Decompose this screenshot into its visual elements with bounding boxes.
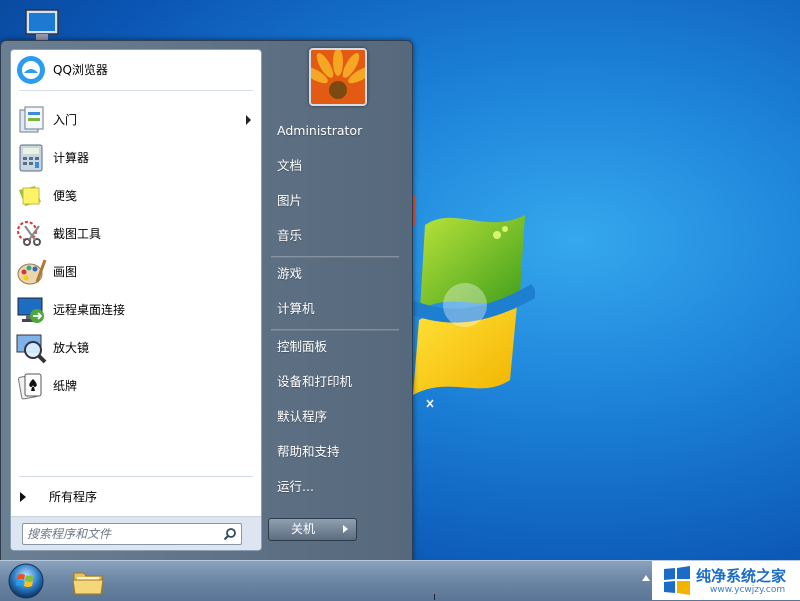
computer-link[interactable]: 计算机 [267,294,401,324]
right-item-label: 游戏 [277,266,303,281]
program-item-magnifier[interactable]: 放大镜 [11,330,261,366]
search-icon[interactable] [223,527,237,541]
right-item-label: 帮助和支持 [277,444,340,459]
program-label: 便笺 [53,189,78,203]
program-label: 纸牌 [53,379,78,393]
program-label: 截图工具 [53,227,102,241]
separator [19,90,253,91]
start-button-orb[interactable] [6,562,46,600]
user-name-link[interactable]: Administrator [267,116,401,146]
program-item-paint[interactable]: 画图 [11,254,261,290]
program-item-sticky-notes[interactable]: 便笺 [11,178,261,214]
sticky-notes-icon [19,186,41,206]
program-item-solitaire[interactable]: 纸牌 [11,368,261,404]
program-item-remote-desktop[interactable]: 远程桌面连接 [11,292,261,328]
program-label: 远程桌面连接 [53,303,126,317]
all-programs-button[interactable]: 所有程序 [11,482,261,512]
right-item-label: 设备和打印机 [277,374,353,389]
watermark-title: 纯净系统之家 [696,567,787,585]
windows-logo-wallpaper [405,195,535,408]
right-item-label: 文档 [277,158,303,173]
search-box[interactable] [22,523,242,545]
run-link[interactable]: 运行... [267,472,401,502]
program-item-getting-started[interactable]: 入门 [11,102,261,138]
start-menu-programs-pane: QQ浏览器 入门 计算器 便笺 截图工具 画图 远程桌面连接 放大镜 纸牌 所有… [10,49,262,551]
program-label: 计算器 [53,151,90,165]
program-label: QQ浏览器 [53,63,108,77]
right-item-label: 默认程序 [277,409,328,424]
documents-link[interactable]: 文档 [267,151,401,181]
start-menu: QQ浏览器 入门 计算器 便笺 截图工具 画图 远程桌面连接 放大镜 纸牌 所有… [0,40,413,562]
qq-browser-icon [17,56,45,84]
separator [271,329,399,331]
right-item-label: 音乐 [277,228,303,243]
taskbar-divider [434,594,435,600]
user-avatar[interactable] [309,48,367,106]
shutdown-options-button[interactable] [336,518,357,541]
right-item-label: 计算机 [277,301,315,316]
control-panel-link[interactable]: 控制面板 [267,332,401,362]
submenu-arrow-icon [246,115,251,125]
calculator-icon [19,144,43,172]
shutdown-button[interactable]: 关机 [268,518,338,541]
watermark-url: www.ycwjzy.com [710,585,786,595]
devices-printers-link[interactable]: 设备和打印机 [267,367,401,397]
music-link[interactable]: 音乐 [267,221,401,251]
program-label: 放大镜 [53,341,90,355]
program-label: 入门 [53,113,78,127]
help-support-link[interactable]: 帮助和支持 [267,437,401,467]
right-item-label: 运行... [277,479,314,494]
watermark-logo-icon [664,566,690,595]
snipping-tool-icon [17,221,41,246]
separator [19,476,253,477]
all-programs-label: 所有程序 [49,490,98,504]
separator [271,256,399,258]
program-item-snipping-tool[interactable]: 截图工具 [11,216,261,252]
games-link[interactable]: 游戏 [267,259,401,289]
search-input[interactable] [27,524,215,544]
site-watermark: 纯净系统之家 www.ycwjzy.com [652,561,800,600]
solitaire-icon [18,373,42,400]
right-item-label: 控制面板 [277,339,328,354]
program-label: 画图 [53,265,78,279]
pictures-link[interactable]: 图片 [267,186,401,216]
program-item-calculator[interactable]: 计算器 [11,140,261,176]
show-hidden-icons-icon[interactable] [642,575,650,581]
remote-desktop-icon [17,297,44,323]
getting-started-icon [19,106,44,133]
search-area [11,516,261,550]
default-programs-link[interactable]: 默认程序 [267,402,401,432]
right-item-label: Administrator [277,123,363,138]
flower-avatar-icon [311,50,365,104]
program-item-qq-browser[interactable]: QQ浏览器 [11,52,261,88]
right-item-label: 图片 [277,193,303,208]
paint-icon [17,259,47,285]
chevron-right-icon [343,525,348,533]
magnifier-icon [16,334,47,364]
expand-arrow-icon [20,492,26,502]
file-explorer-icon[interactable] [66,563,110,599]
